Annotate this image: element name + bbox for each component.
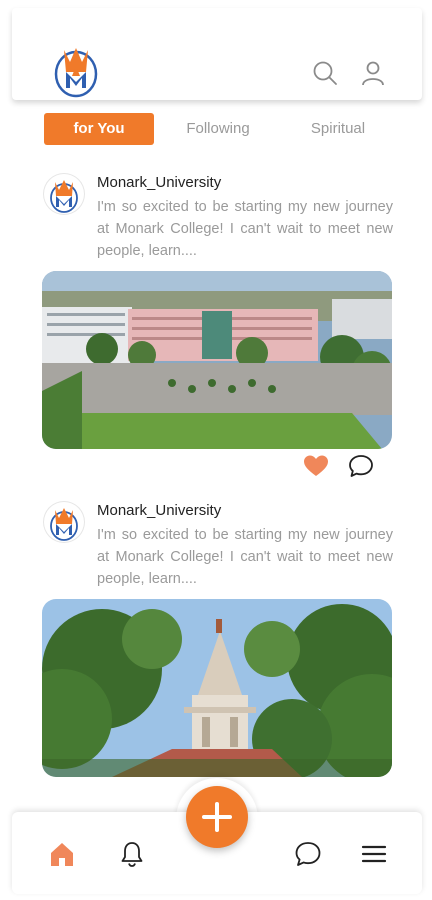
post-card: Monark_University I'm so excited to be s… bbox=[0, 488, 432, 800]
monark-logo-icon[interactable] bbox=[52, 42, 100, 98]
tab-following[interactable]: Following bbox=[168, 113, 268, 145]
post-image-temple[interactable] bbox=[42, 599, 392, 777]
post-username[interactable]: Monark_University bbox=[97, 502, 221, 519]
post-username[interactable]: Monark_University bbox=[97, 174, 221, 191]
tab-for-you[interactable]: for You bbox=[44, 113, 154, 145]
post-image-campus[interactable] bbox=[42, 271, 392, 449]
bell-icon[interactable] bbox=[118, 840, 146, 868]
avatar[interactable] bbox=[44, 502, 84, 542]
post-text: I'm so excited to be starting my new jou… bbox=[97, 199, 393, 259]
post-text: I'm so excited to be starting my new jou… bbox=[97, 527, 393, 587]
home-icon[interactable] bbox=[48, 840, 76, 868]
comment-icon[interactable] bbox=[348, 454, 374, 478]
create-post-button[interactable] bbox=[186, 786, 248, 848]
menu-icon[interactable] bbox=[360, 840, 388, 868]
plus-icon bbox=[202, 802, 232, 832]
like-heart-icon[interactable] bbox=[303, 454, 329, 478]
avatar[interactable] bbox=[44, 174, 84, 214]
top-app-bar bbox=[12, 8, 422, 100]
feed-tabs: for You Following Spiritual bbox=[44, 113, 394, 145]
tab-spiritual[interactable]: Spiritual bbox=[288, 113, 388, 145]
user-profile-icon[interactable] bbox=[360, 60, 386, 86]
post-card: Monark_University I'm so excited to be s… bbox=[0, 160, 432, 480]
search-icon[interactable] bbox=[312, 60, 338, 86]
chat-icon[interactable] bbox=[294, 840, 322, 868]
post-feed[interactable]: Monark_University I'm so excited to be s… bbox=[0, 160, 432, 800]
